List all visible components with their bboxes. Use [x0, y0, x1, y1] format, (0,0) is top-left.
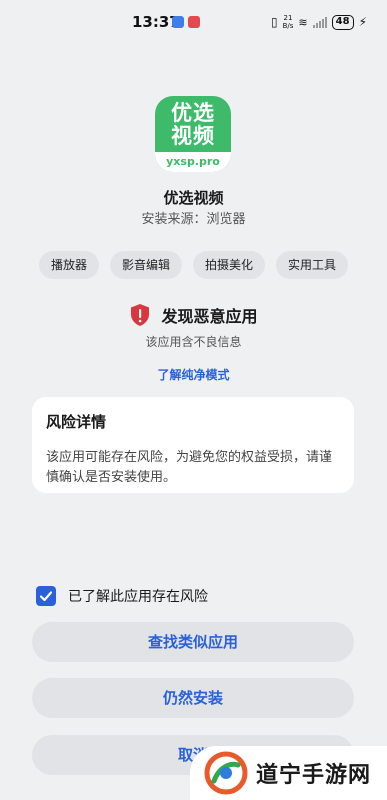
- network-speed: 21 B/s: [282, 14, 294, 30]
- tag-video-editing: 影音编辑: [109, 251, 182, 279]
- warning-title: 发现恶意应用: [161, 307, 258, 326]
- watermark-logo-icon: [204, 751, 248, 795]
- status-bar: 13:37 ▯ 21 B/s ≋ 48 ⚡: [0, 0, 387, 44]
- tag-photo-beautify: 拍摄美化: [193, 251, 266, 279]
- charging-icon: ⚡: [358, 15, 367, 29]
- risk-details-card: 风险详情 该应用可能存在风险，为避免您的权益受损，请谨慎确认是否安装使用。: [32, 397, 354, 493]
- checkmark-icon: [39, 591, 53, 602]
- risk-details-title: 风险详情: [46, 413, 107, 431]
- risk-consent-checkbox[interactable]: [36, 586, 56, 606]
- tag-player: 播放器: [38, 251, 99, 279]
- find-similar-apps-button[interactable]: 查找类似应用: [32, 622, 354, 662]
- battery-indicator: 48: [331, 14, 354, 30]
- risk-consent-label: 已了解此应用存在风险: [68, 589, 208, 605]
- risk-details-body: 该应用可能存在风险，为避免您的权益受损，请谨慎确认是否安装使用。: [46, 450, 333, 485]
- wifi-icon: ≋: [298, 15, 308, 29]
- signal-icon: [312, 16, 327, 28]
- app-name: 优选视频: [163, 189, 224, 207]
- install-source: 安装来源：浏览器: [141, 212, 246, 227]
- app-tags: 播放器 影音编辑 拍摄美化 实用工具: [0, 251, 387, 279]
- app-icon-domain: yxsp.pro: [155, 152, 231, 172]
- shield-warning-icon: [131, 304, 150, 326]
- watermark-text: 道宁手游网: [256, 763, 372, 788]
- notification-icon: [188, 16, 200, 28]
- warning-header: 发现恶意应用: [0, 303, 387, 327]
- vibrate-icon: ▯: [271, 15, 278, 29]
- app-icon-text: 优选视频: [171, 101, 215, 148]
- risk-consent-row[interactable]: 已了解此应用存在风险: [36, 586, 208, 606]
- app-icon: 优选视频 yxsp.pro: [155, 96, 231, 172]
- status-indicators: ▯ 21 B/s ≋ 48 ⚡: [271, 14, 367, 30]
- tag-utility: 实用工具: [276, 251, 349, 279]
- install-anyway-button[interactable]: 仍然安装: [32, 678, 354, 718]
- watermark: 道宁手游网: [190, 746, 387, 800]
- learn-pure-mode-link[interactable]: 了解纯净模式: [0, 366, 387, 383]
- notification-icon: [172, 16, 184, 28]
- warning-subtitle: 该应用含不良信息: [145, 335, 242, 349]
